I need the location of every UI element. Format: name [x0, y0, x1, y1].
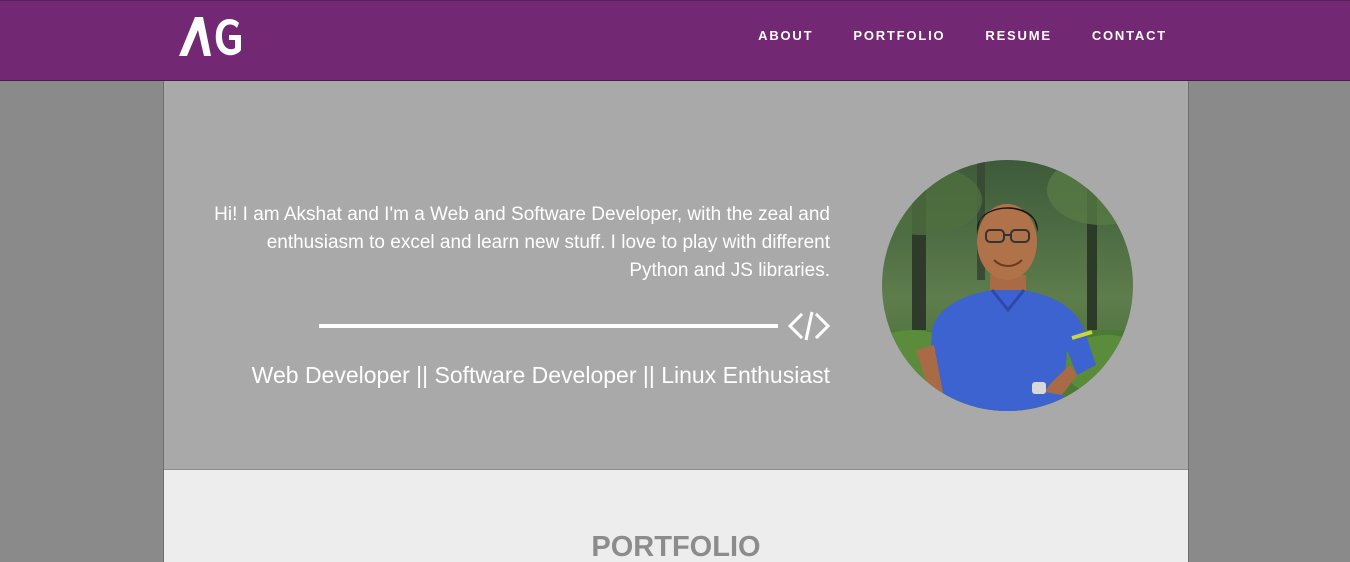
logo-icon — [179, 17, 241, 56]
profile-photo — [882, 160, 1133, 411]
logo-text: AG — [244, 15, 245, 16]
code-icon — [788, 311, 830, 341]
nav-menu: ABOUT PORTFOLIO RESUME CONTACT — [718, 28, 1167, 44]
divider-line — [319, 324, 778, 328]
intro-text: Hi! I am Akshat and I'm a Web and Softwa… — [214, 204, 830, 281]
nav-link-resume[interactable]: RESUME — [985, 28, 1051, 44]
tagline: Web Developer || Software Developer || L… — [251, 362, 830, 388]
profile-photo-image — [882, 160, 1133, 411]
portfolio-section: PORTFOLIO — [164, 470, 1188, 562]
page-container: Hi! I am Akshat and I'm a Web and Softwa… — [163, 81, 1189, 562]
portfolio-heading: PORTFOLIO — [591, 531, 761, 562]
nav-link-contact[interactable]: CONTACT — [1092, 28, 1167, 44]
nav-link-portfolio[interactable]: PORTFOLIO — [853, 28, 945, 44]
hero-section: Hi! I am Akshat and I'm a Web and Softwa… — [164, 81, 1188, 470]
navbar: AG ABOUT PORTFOLIO RESUME CONTACT — [0, 0, 1350, 81]
nav-link-about[interactable]: ABOUT — [758, 28, 813, 44]
logo[interactable]: AG — [178, 15, 244, 59]
